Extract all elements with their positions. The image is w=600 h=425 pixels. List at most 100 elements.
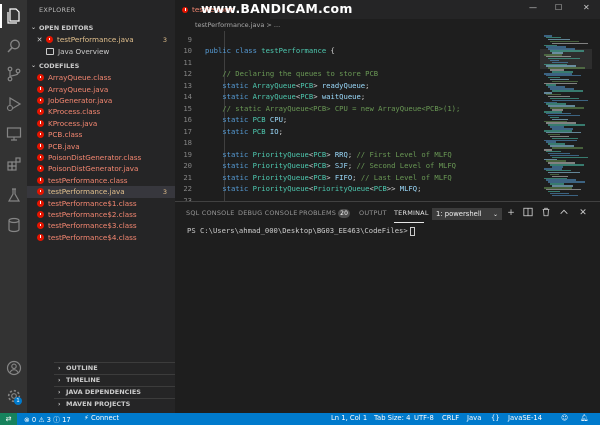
close-window-button[interactable]: ✕ [583,3,590,12]
error-file-icon [37,188,44,196]
outline-header[interactable]: › OUTLINE [54,362,175,373]
file-item[interactable]: testPerformance$4.class [27,232,175,244]
error-file-icon [37,233,44,241]
chevron-right-icon: › [58,400,61,408]
extensions-icon[interactable] [4,154,23,173]
code-line: 12 // Declaring the queues to store PCB [183,69,379,79]
info-icon: ⓘ [53,416,60,424]
search-icon[interactable] [4,36,23,55]
feedback-icon[interactable]: ☺ [561,414,568,422]
cursor-position[interactable]: Ln 1, Col 1 [331,414,367,422]
error-file-icon [182,6,188,13]
code-line: 14 static ArrayQueue<PCB> waitQueue; [183,92,366,102]
error-file-icon [37,165,44,173]
active-tab-underline [394,222,424,223]
timeline-header[interactable]: › TIMELINE [54,374,175,385]
file-item[interactable]: ArrayQueue.class [27,72,175,84]
breadcrumb: testPerformance.java > ... [175,19,600,31]
minimap-line [552,90,583,92]
maximize-button[interactable]: ☐ [555,3,562,12]
jdk-version[interactable]: JavaSE-14 [508,414,542,422]
remote-explorer-icon[interactable] [4,124,23,143]
tab-terminal[interactable]: TERMINAL [394,209,429,217]
active-indicator [0,4,2,28]
problems-status[interactable]: ⊗ 0 ⚠ 3 ⓘ 17 [24,414,71,424]
minimap[interactable] [540,31,600,201]
testing-flask-icon[interactable] [4,185,23,204]
open-editors-header[interactable]: ⌄ OPEN EDITORS [27,22,175,33]
file-item[interactable]: KProcess.class [27,106,175,118]
language-mode[interactable]: Java [467,414,481,422]
file-item[interactable]: testPerformance$2.class [27,209,175,221]
tab-debug-console[interactable]: DEBUG CONSOLE [238,209,298,217]
chevron-right-icon: › [58,388,61,396]
manage-badge: 1 [14,397,22,405]
bottom-panel: SQL CONSOLE DEBUG CONSOLE PROBLEMS 20 OUT… [175,201,600,413]
code-line: 15 // static ArrayQueue<PCB> CPU = new A… [183,103,461,113]
maximize-panel-icon[interactable] [558,207,570,219]
java-status-icon[interactable]: {} [491,414,500,422]
error-file-icon [37,211,44,219]
activity-bar [0,0,27,413]
problem-count: 3 [162,35,167,44]
remote-indicator-icon[interactable]: ⇄ [0,413,17,425]
close-panel-icon[interactable]: ✕ [577,207,589,219]
file-item[interactable]: PCB.java [27,140,175,152]
java-dependencies-header[interactable]: › JAVA DEPENDENCIES [54,386,175,397]
terminal-selector[interactable]: 1: powershell ⌄ [432,208,502,220]
explorer-icon[interactable] [4,6,23,25]
minimap-line [552,156,588,159]
maven-projects-header[interactable]: › MAVEN PROJECTS [54,398,175,409]
chevron-down-icon: ⌄ [492,210,498,218]
code-editor[interactable]: 9 10 public class testPerformance { 11 12… [175,31,540,201]
file-item[interactable]: testPerformance$1.class [27,197,175,209]
file-item[interactable]: PoisonDistGenerator.java [27,163,175,175]
overview-icon [46,48,54,56]
split-terminal-icon[interactable] [522,207,534,219]
file-item[interactable]: testPerformance$3.class [27,220,175,232]
tab-output[interactable]: OUTPUT [359,209,387,217]
terminal-prompt: PS C:\Users\ahmad_000\Desktop\BG03_EE463… [187,226,408,235]
new-terminal-icon[interactable]: + [505,207,517,219]
tab-sql-console[interactable]: SQL CONSOLE [186,209,235,217]
trash-icon[interactable] [540,207,552,219]
warning-icon: ⚠ [38,416,45,424]
file-item[interactable]: testPerformance.java 3 [27,186,175,198]
error-file-icon [37,85,44,93]
encoding[interactable]: UTF-8 [414,414,434,422]
open-editor-item[interactable]: ✕ testPerformance.java 3 [27,34,175,46]
code-line: 22 static PriorityQueue<PriorityQueue<PC… [183,184,422,194]
code-line: 10 public class testPerformance { [183,46,335,56]
tab-size[interactable]: Tab Size: 4 [374,414,410,422]
file-item[interactable]: JobGenerator.java [27,95,175,107]
error-file-icon [37,142,44,150]
file-item[interactable]: PCB.class [27,129,175,141]
tab-problems[interactable]: PROBLEMS 20 [299,209,351,218]
terminal-cursor [409,226,415,236]
file-item[interactable]: testPerformance.class [27,175,175,187]
notifications-bell-icon[interactable]: 🔔︎ [580,414,589,422]
error-file-icon [37,97,44,105]
run-debug-icon[interactable] [4,94,23,113]
minimize-button[interactable]: — [529,3,537,12]
open-editor-item[interactable]: Java Overview [27,46,175,58]
connect-status[interactable]: ⚡ Connect [84,414,119,422]
line-ending[interactable]: CRLF [442,414,459,422]
error-file-icon [37,222,44,230]
codefiles-header[interactable]: ⌄ CODEFILES [27,60,175,71]
account-icon[interactable] [4,358,23,377]
file-item[interactable]: ArrayQueue.java [27,83,175,95]
minimap-line [552,147,583,149]
file-item[interactable]: PoisonDistGenerator.class [27,152,175,164]
error-file-icon [37,176,44,184]
error-file-icon [37,74,44,82]
close-icon[interactable]: ✕ [35,36,44,44]
error-file-icon [37,119,44,127]
chevron-down-icon: ⌄ [31,62,37,69]
error-file-icon [46,36,53,44]
terminal-output[interactable]: PS C:\Users\ahmad_000\Desktop\BG03_EE463… [187,226,415,236]
file-item[interactable]: KProcess.java [27,118,175,130]
problems-badge: 20 [338,209,351,218]
database-icon[interactable] [4,215,23,234]
source-control-icon[interactable] [4,64,23,83]
